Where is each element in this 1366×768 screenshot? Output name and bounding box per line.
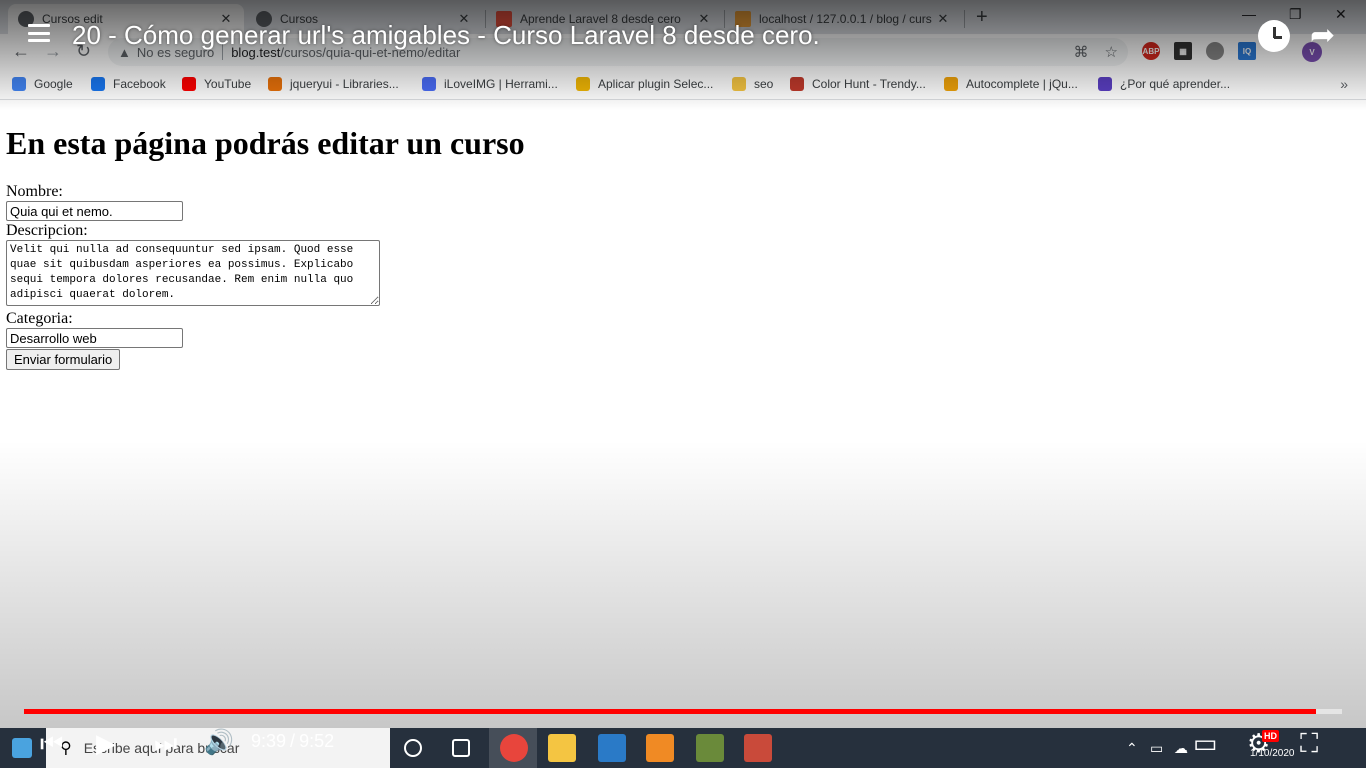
- bookmark-por-que-aprender[interactable]: ¿Por qué aprender...: [1098, 77, 1230, 91]
- plugin-icon: [576, 77, 590, 91]
- play-icon[interactable]: ▶: [96, 728, 116, 759]
- task-view-icon[interactable]: [452, 739, 470, 757]
- bookmark-iloveimg[interactable]: iLoveIMG | Herrami...: [422, 77, 558, 91]
- minimize-button[interactable]: —: [1242, 6, 1256, 22]
- forward-button[interactable]: →: [44, 41, 62, 62]
- bookmark-label: seo: [754, 77, 774, 91]
- category-label: Categoria:: [6, 310, 73, 327]
- bookmark-label: Facebook: [113, 77, 166, 91]
- bookmark-seo-folder[interactable]: seo: [732, 77, 773, 91]
- extension-icon[interactable]: [1206, 42, 1224, 60]
- playlist-menu-icon[interactable]: [28, 24, 50, 42]
- tray-chevron-icon[interactable]: ⌃: [1126, 740, 1138, 757]
- iq-icon[interactable]: IQ: [1238, 42, 1256, 60]
- back-button[interactable]: ←: [12, 41, 30, 62]
- watch-later-icon[interactable]: [1258, 20, 1290, 52]
- bookmark-star-icon[interactable]: ☆: [1105, 43, 1118, 61]
- adblock-icon[interactable]: ABP: [1142, 42, 1160, 60]
- windows-start-icon[interactable]: [12, 738, 32, 758]
- bookmark-autocomplete[interactable]: Autocomplete | jQu...: [944, 77, 1078, 91]
- video-progress-fill: [24, 709, 1316, 714]
- bookmark-google[interactable]: Google: [12, 77, 73, 91]
- bookmarks-bar: Google Facebook YouTube jqueryui - Libra…: [0, 70, 1366, 100]
- submit-button[interactable]: Enviar formulario: [6, 349, 121, 370]
- description-label: Descripcion:: [6, 222, 88, 239]
- name-input[interactable]: [6, 201, 183, 221]
- bookmark-site-icon: [1098, 77, 1112, 91]
- youtube-icon: [182, 77, 196, 91]
- more-bookmarks-icon[interactable]: »: [1340, 76, 1348, 92]
- next-video-icon[interactable]: ⏭: [154, 728, 177, 760]
- share-icon[interactable]: ➦: [1310, 18, 1335, 53]
- translate-icon[interactable]: ⌘: [1074, 43, 1089, 61]
- bookmark-label: Color Hunt - Trendy...: [812, 77, 926, 91]
- time-separator: /: [290, 731, 296, 751]
- code-icon: [268, 77, 282, 91]
- facebook-icon: [91, 77, 105, 91]
- video-duration: 9:52: [299, 731, 335, 751]
- bookmark-label: Aplicar plugin Selec...: [598, 77, 714, 91]
- tab-separator: [964, 10, 965, 28]
- page-content: En esta página podrás editar un curso No…: [0, 101, 1366, 708]
- video-title[interactable]: 20 - Cómo generar url's amigables - Curs…: [72, 20, 820, 51]
- bookmark-jqueryui[interactable]: jqueryui - Libraries...: [268, 77, 399, 91]
- subtitles-icon[interactable]: ▭: [1193, 728, 1218, 759]
- video-progress-bar[interactable]: [24, 709, 1342, 714]
- restore-button[interactable]: ❐: [1289, 6, 1302, 23]
- cortana-icon[interactable]: [404, 739, 422, 757]
- app-icon[interactable]: [744, 734, 772, 762]
- category-input[interactable]: [6, 328, 183, 348]
- new-tab-button[interactable]: +: [976, 6, 988, 29]
- tray-network-icon[interactable]: ▭: [1150, 740, 1163, 757]
- qr-icon[interactable]: ▦: [1174, 42, 1192, 60]
- bookmark-label: ¿Por qué aprender...: [1120, 77, 1231, 91]
- address-actions: ⌘ ☆: [1074, 43, 1118, 61]
- app-icon[interactable]: [696, 734, 724, 762]
- description-textarea[interactable]: Velit qui nulla ad consequuntur sed ipsa…: [6, 240, 380, 306]
- tray-onedrive-icon[interactable]: ☁: [1174, 740, 1188, 757]
- google-icon: [12, 77, 26, 91]
- bookmark-label: iLoveIMG | Herrami...: [444, 77, 558, 91]
- bookmark-facebook[interactable]: Facebook: [91, 77, 166, 91]
- bookmark-label: Google: [34, 77, 73, 91]
- bookmark-select-plugin[interactable]: Aplicar plugin Selec...: [576, 77, 713, 91]
- file-explorer-icon[interactable]: [548, 734, 576, 762]
- vscode-icon[interactable]: [598, 734, 626, 762]
- hd-badge: HD: [1262, 730, 1279, 742]
- heart-icon: [422, 77, 436, 91]
- exit-fullscreen-icon[interactable]: ⛶: [1300, 728, 1318, 760]
- chrome-icon[interactable]: [500, 734, 528, 762]
- bookmark-label: YouTube: [204, 77, 252, 91]
- bookmark-color-hunt[interactable]: Color Hunt - Trendy...: [790, 77, 926, 91]
- close-tab-icon[interactable]: ✕: [935, 11, 951, 27]
- bookmark-label: Autocomplete | jQu...: [966, 77, 1078, 91]
- volume-icon[interactable]: 🔊: [204, 728, 234, 757]
- video-time: 9:39/9:52: [251, 731, 334, 752]
- color-hunt-icon: [790, 77, 804, 91]
- jquery-icon: [944, 77, 958, 91]
- close-window-button[interactable]: ✕: [1335, 6, 1347, 23]
- taskbar-date: 1/10/2020: [1250, 748, 1295, 759]
- bookmark-label: jqueryui - Libraries...: [290, 77, 399, 91]
- name-label: Nombre:: [6, 183, 63, 200]
- current-time: 9:39: [251, 731, 287, 751]
- folder-icon: [732, 77, 746, 91]
- xampp-icon[interactable]: [646, 734, 674, 762]
- page-title: En esta página podrás editar un curso: [6, 125, 525, 161]
- bookmark-youtube[interactable]: YouTube: [182, 77, 251, 91]
- previous-video-icon[interactable]: ⏮: [40, 728, 63, 760]
